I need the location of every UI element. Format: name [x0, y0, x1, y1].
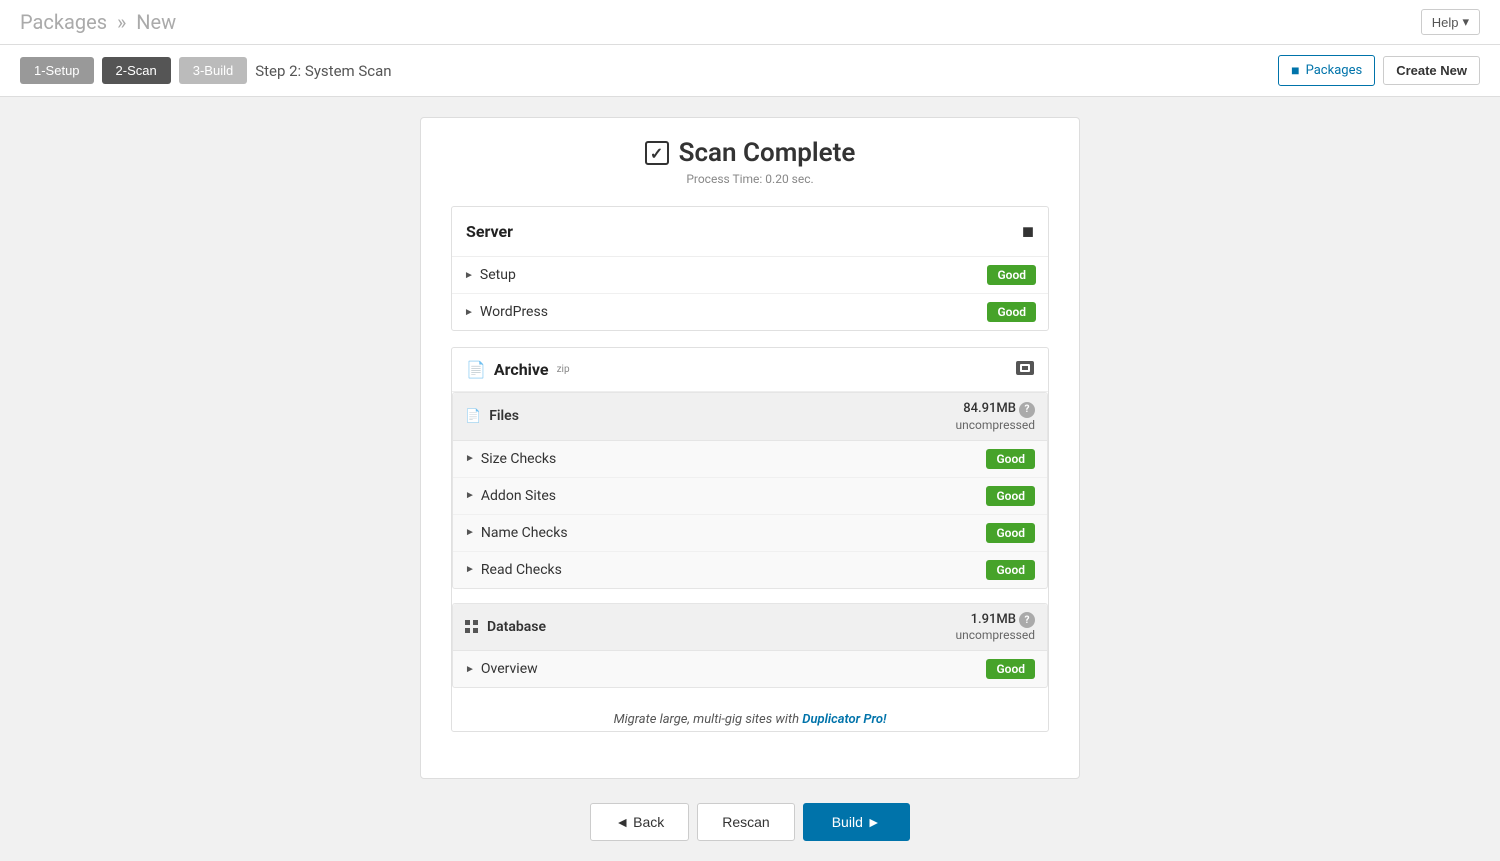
database-title: Database [465, 619, 546, 635]
files-rows: ► Size Checks Good ► Addon Sites Good [453, 441, 1047, 588]
database-rows: ► Overview Good [453, 651, 1047, 687]
arrow-icon: ► [465, 664, 475, 675]
files-row-addon-sites: ► Addon Sites Good [453, 478, 1047, 515]
rescan-button[interactable]: Rescan [697, 803, 794, 841]
arrow-icon: ► [465, 564, 475, 575]
files-row-read-checks: ► Read Checks Good [453, 552, 1047, 588]
back-button[interactable]: ◄ Back [590, 803, 689, 841]
archive-section-header: 📄 Archive zip [452, 348, 1048, 392]
server-section-header: Server ■ [452, 207, 1048, 257]
bottom-actions: ◄ Back Rescan Build ► [20, 803, 1480, 841]
status-badge-overview: Good [986, 659, 1035, 679]
status-badge-name-checks: Good [986, 523, 1035, 543]
scan-complete-title: ✓ Scan Complete [451, 138, 1049, 168]
server-section: Server ■ ► Setup Good ► WordPress [451, 206, 1049, 331]
create-new-button[interactable]: Create New [1383, 56, 1480, 85]
current-step-label: Step 2: System Scan [255, 62, 391, 80]
top-right-actions: Help ▾ [1421, 9, 1480, 35]
files-subsection-header: 📄 Files 84.91MB ? uncompressed [453, 393, 1047, 441]
files-subsection: 📄 Files 84.91MB ? uncompressed ► Si [452, 392, 1048, 589]
database-row-overview: ► Overview Good [453, 651, 1047, 687]
process-time: Process Time: 0.20 sec. [451, 172, 1049, 186]
wizard-header: 1-Setup 2-Scan 3-Build Step 2: System Sc… [0, 45, 1500, 97]
checkmark-icon: ✓ [645, 141, 669, 165]
status-badge-wordpress: Good [987, 302, 1036, 322]
step3-button[interactable]: 3-Build [179, 57, 247, 84]
page-title: Packages » New [20, 10, 176, 34]
step1-button[interactable]: 1-Setup [20, 57, 94, 84]
breadcrumb-packages: Packages [20, 10, 107, 34]
files-meta: 84.91MB ? uncompressed [956, 401, 1035, 432]
files-row-name-checks: ► Name Checks Good [453, 515, 1047, 552]
help-button[interactable]: Help ▾ [1421, 9, 1480, 35]
wizard-actions: ■ Packages Create New [1278, 55, 1480, 86]
top-bar: Packages » New Help ▾ [0, 0, 1500, 45]
build-button[interactable]: Build ► [803, 803, 910, 841]
files-title: 📄 Files [465, 408, 519, 424]
server-title: Server [466, 222, 513, 241]
status-badge-addon-sites: Good [986, 486, 1035, 506]
database-icon [465, 620, 479, 634]
files-row-size-checks: ► Size Checks Good [453, 441, 1047, 478]
main-content: ✓ Scan Complete Process Time: 0.20 sec. … [0, 97, 1500, 861]
server-toggle-icon: ■ [1022, 219, 1034, 244]
server-row-setup: ► Setup Good [452, 257, 1048, 294]
packages-icon: ■ [1291, 62, 1299, 79]
arrow-icon: ► [464, 270, 474, 281]
scan-card: ✓ Scan Complete Process Time: 0.20 sec. … [420, 117, 1080, 779]
database-subsection-header: Database 1.91MB ? uncompressed [453, 604, 1047, 652]
status-badge-read-checks: Good [986, 560, 1035, 580]
duplicator-pro-link[interactable]: Duplicator Pro! [802, 712, 886, 727]
archive-title: 📄 Archive zip [466, 360, 570, 379]
breadcrumb-new: New [136, 10, 176, 34]
arrow-icon: ► [465, 527, 475, 538]
files-icon: 📄 [465, 409, 481, 424]
arrow-icon: ► [465, 490, 475, 501]
packages-link[interactable]: ■ Packages [1278, 55, 1375, 86]
archive-section: 📄 Archive zip 📄 Files [451, 347, 1049, 732]
archive-toggle-icon [1016, 361, 1034, 379]
archive-file-icon: 📄 [466, 360, 486, 379]
database-meta: 1.91MB ? uncompressed [956, 612, 1035, 643]
status-badge-size-checks: Good [986, 449, 1035, 469]
database-subsection: Database 1.91MB ? uncompressed ► Overvie… [452, 603, 1048, 689]
help-icon-database[interactable]: ? [1019, 612, 1035, 628]
help-icon-files[interactable]: ? [1019, 402, 1035, 418]
server-rows: ► Setup Good ► WordPress Good [452, 257, 1048, 330]
status-badge-setup: Good [987, 265, 1036, 285]
promo-text: Migrate large, multi-gig sites with Dupl… [452, 702, 1048, 731]
arrow-icon: ► [465, 453, 475, 464]
step2-button[interactable]: 2-Scan [102, 57, 171, 84]
server-row-wordpress: ► WordPress Good [452, 294, 1048, 330]
arrow-icon: ► [464, 307, 474, 318]
